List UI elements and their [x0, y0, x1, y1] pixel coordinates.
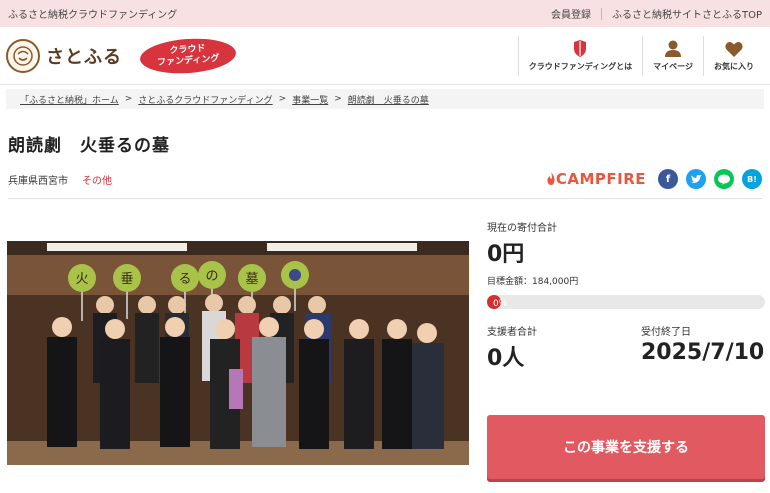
sign-text: 火 — [75, 272, 88, 287]
project-meta: 兵庫県西宮市 その他 CAMPFIRE f B! — [8, 166, 762, 192]
twitter-icon[interactable] — [686, 169, 706, 189]
breadcrumb-current[interactable]: 朗読劇 火垂るの墓 — [348, 93, 429, 106]
sign-text: る — [178, 272, 191, 287]
site-name: ふるさと納税クラウドファンディング — [8, 10, 178, 21]
line-icon[interactable] — [714, 169, 734, 189]
project-tags: 兵庫県西宮市 その他 — [8, 172, 112, 187]
progress-bar: 0％ — [487, 295, 765, 309]
person-icon — [665, 40, 682, 58]
hatena-bookmark-icon[interactable]: B! — [742, 169, 762, 189]
top-bar: ふるさと納税クラウドファンディング 会員登録 ふるさと納税サイトさとふるTOP — [0, 0, 770, 27]
supporters-stat: 支援者合計 0人 — [487, 323, 641, 372]
campfire-logo[interactable]: CAMPFIRE — [546, 170, 646, 188]
current-amount-label: 現在の寄付合計 — [487, 223, 557, 234]
top-links: 会員登録 ふるさと納税サイトさとふるTOP — [541, 6, 762, 21]
sign-text: 垂 — [120, 272, 133, 287]
funding-panel: 現在の寄付合計 0円 目標金額：184,000円 0％ 支援者合計 0人 受付終… — [487, 219, 765, 372]
crowdfunding-badge: クラウド ファンディング — [138, 35, 238, 76]
brand[interactable]: さとふる クラウド ファンディング — [6, 35, 238, 76]
project-location: 兵庫県西宮市 — [8, 175, 68, 187]
campfire-label: CAMPFIRE — [555, 170, 646, 188]
supporters-value: 0人 — [487, 346, 525, 371]
breadcrumb-separator: > — [334, 94, 342, 104]
progress-text: 0％ — [493, 299, 508, 309]
nav-mypage-label: マイページ — [653, 61, 693, 71]
group-photo-image: 火 垂 る の 墓 — [7, 241, 469, 465]
support-button[interactable]: この事業を支援する — [487, 415, 765, 479]
register-link[interactable]: 会員登録 — [541, 6, 601, 21]
breadcrumb: 「ふるさと納税」ホーム > さとふるクラウドファンディング > 事業一覧 > 朗… — [6, 89, 764, 109]
page-title: 朗読劇 火垂るの墓 — [8, 136, 170, 156]
goal-amount: 目標金額：184,000円 — [487, 277, 579, 287]
site-header: さとふる クラウド ファンディング クラウドファンディングとは マイページ お気に… — [0, 27, 770, 85]
deadline-label: 受付終了日 — [641, 327, 691, 338]
nav-favorites-label: お気に入り — [714, 61, 754, 71]
breadcrumb-crowdfunding[interactable]: さとふるクラウドファンディング — [138, 93, 272, 106]
header-nav: クラウドファンディングとは マイページ お気に入り — [517, 35, 764, 76]
breadcrumb-separator: > — [124, 94, 133, 104]
facebook-icon[interactable]: f — [658, 169, 678, 189]
breadcrumb-projects[interactable]: 事業一覧 — [292, 93, 328, 106]
sign-text: の — [205, 269, 218, 284]
satofull-logo-icon — [6, 38, 40, 73]
deadline-stat: 受付終了日 2025/7/10 — [641, 323, 765, 372]
logo-text: さとふる — [46, 46, 122, 68]
breadcrumb-wrap: 「ふるさと納税」ホーム > さとふるクラウドファンディング > 事業一覧 > 朗… — [0, 85, 770, 109]
badge-line-1: クラウド — [169, 43, 206, 56]
shield-icon — [573, 40, 587, 58]
supporters-label: 支援者合計 — [487, 327, 537, 338]
project-category-link[interactable]: その他 — [82, 172, 112, 187]
badge-line-2: ファンディング — [156, 53, 220, 68]
stats-row: 支援者合計 0人 受付終了日 2025/7/10 — [487, 323, 765, 372]
project-photo: 火 垂 る の 墓 — [7, 241, 469, 465]
share-bar: CAMPFIRE f B! — [546, 169, 762, 189]
breadcrumb-separator: > — [278, 94, 287, 104]
nav-favorites[interactable]: お気に入り — [703, 35, 764, 76]
sign-text: 墓 — [245, 272, 258, 287]
nav-about-label: クラウドファンディングとは — [528, 61, 633, 71]
logo-mark-icon — [13, 45, 33, 66]
project-main: 火 垂 る の 墓 現在の寄付合計 0円 目標金額：184,000円 0％ 支援… — [0, 199, 770, 489]
flame-icon — [547, 172, 555, 185]
breadcrumb-home[interactable]: 「ふるさと納税」ホーム — [20, 93, 119, 106]
nav-about[interactable]: クラウドファンディングとは — [517, 35, 642, 76]
heart-icon — [725, 40, 743, 58]
satofull-top-link[interactable]: ふるさと納税サイトさとふるTOP — [602, 6, 762, 21]
current-amount-value: 0円 — [487, 242, 525, 267]
deadline-value: 2025/7/10 — [641, 340, 765, 365]
nav-mypage[interactable]: マイページ — [642, 35, 703, 76]
